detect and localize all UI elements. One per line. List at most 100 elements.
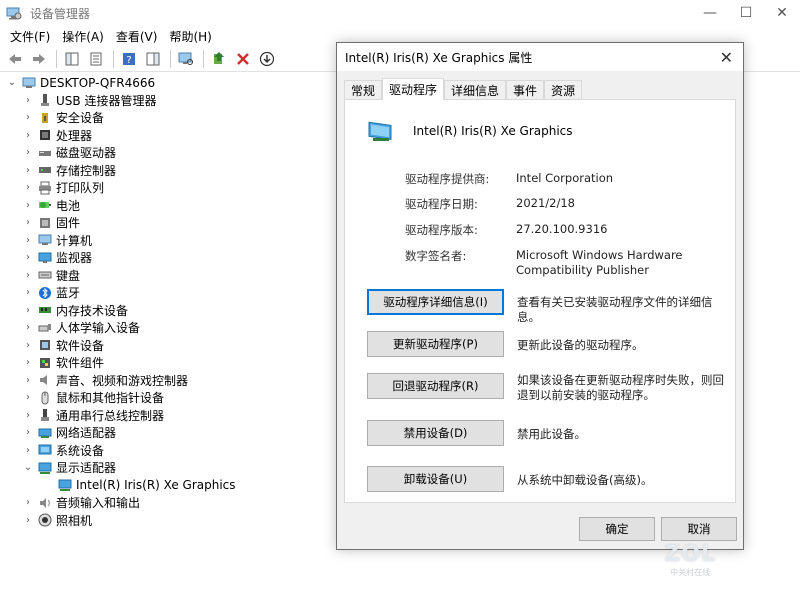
- chevron-right-icon[interactable]: ›: [22, 287, 34, 299]
- tree-item[interactable]: ⌄ 显示适配器: [0, 459, 340, 477]
- tree-item[interactable]: › 计算机: [0, 232, 340, 250]
- chevron-right-icon[interactable]: ›: [22, 129, 34, 141]
- tab-general[interactable]: 常规: [344, 80, 383, 100]
- update-driver-button[interactable]: [208, 48, 230, 70]
- menu-file[interactable]: 文件(F): [4, 28, 56, 45]
- info-label: 驱动程序版本:: [405, 223, 478, 237]
- dialog-title-bar: Intel(R) Iris(R) Xe Graphics 属性 ✕: [337, 43, 743, 71]
- chevron-right-icon[interactable]: ›: [22, 199, 34, 211]
- chevron-right-icon[interactable]: ›: [22, 374, 34, 386]
- tree-item[interactable]: › 鼠标和其他指针设备: [0, 389, 340, 407]
- maximize-button[interactable]: ☐: [728, 0, 764, 26]
- tree-item[interactable]: › 磁盘驱动器: [0, 144, 340, 162]
- tree-item[interactable]: › 监视器: [0, 249, 340, 267]
- tree-root[interactable]: ⌄ DESKTOP-QFR4666: [0, 74, 340, 92]
- chevron-right-icon[interactable]: ›: [22, 339, 34, 351]
- tab-driver[interactable]: 驱动程序: [382, 78, 445, 100]
- tab-resources[interactable]: 资源: [544, 80, 583, 100]
- download-circle-icon: [259, 51, 275, 66]
- tree-item[interactable]: › 系统设备: [0, 442, 340, 460]
- chevron-right-icon[interactable]: ›: [22, 234, 34, 246]
- chevron-right-icon[interactable]: ›: [22, 444, 34, 456]
- disk-icon: [39, 150, 51, 156]
- tree-item[interactable]: › 照相机: [0, 512, 340, 530]
- tree-item[interactable]: › 存储控制器: [0, 162, 340, 180]
- properties-button[interactable]: [85, 48, 107, 70]
- firmware-icon: [40, 217, 50, 228]
- chevron-right-icon[interactable]: ›: [22, 94, 34, 106]
- chevron-right-icon[interactable]: ›: [22, 427, 34, 439]
- chevron-right-icon[interactable]: ›: [22, 112, 34, 124]
- tree-item[interactable]: › 安全设备: [0, 109, 340, 127]
- display-adapter-icon: [58, 479, 72, 492]
- show-hide-tree-button[interactable]: [61, 48, 83, 70]
- tree-item[interactable]: › 通用串行总线控制器: [0, 407, 340, 425]
- rollback-driver-button[interactable]: 回退驱动程序(R): [367, 373, 504, 399]
- chevron-right-icon[interactable]: ›: [22, 217, 34, 229]
- action-pane-button[interactable]: [142, 48, 164, 70]
- printer-icon: [39, 181, 51, 195]
- usb-controller-icon: [41, 409, 49, 422]
- tree-item[interactable]: › 蓝牙: [0, 284, 340, 302]
- uninstall-device-button[interactable]: [232, 48, 254, 70]
- chevron-right-icon[interactable]: ›: [22, 514, 34, 526]
- chevron-right-icon[interactable]: ›: [22, 322, 34, 334]
- back-button[interactable]: [4, 48, 26, 70]
- help-button[interactable]: ?: [118, 48, 140, 70]
- tree-item-label: 电池: [56, 198, 81, 213]
- tree-item[interactable]: › 处理器: [0, 127, 340, 145]
- enable-device-button[interactable]: [256, 48, 278, 70]
- scan-hardware-button[interactable]: [175, 48, 197, 70]
- tree-item[interactable]: › 打印队列: [0, 179, 340, 197]
- chevron-right-icon[interactable]: ›: [22, 164, 34, 176]
- properties-icon: [90, 52, 102, 65]
- tree-item[interactable]: › 音频输入和输出: [0, 494, 340, 512]
- tree-item[interactable]: › 固件: [0, 214, 340, 232]
- tab-events[interactable]: 事件: [506, 80, 545, 100]
- tree-item-label: 声音、视频和游戏控制器: [56, 373, 189, 388]
- menu-action[interactable]: 操作(A): [56, 28, 110, 45]
- chevron-right-icon[interactable]: ›: [22, 252, 34, 264]
- info-label: 驱动程序日期:: [405, 197, 478, 211]
- chevron-right-icon[interactable]: ›: [22, 409, 34, 421]
- tree-item[interactable]: › 电池: [0, 197, 340, 215]
- tree-child-item[interactable]: Intel(R) Iris(R) Xe Graphics: [0, 477, 340, 495]
- tab-details[interactable]: 详细信息: [444, 80, 507, 100]
- chevron-right-icon[interactable]: ›: [22, 357, 34, 369]
- chevron-right-icon[interactable]: ›: [22, 392, 34, 404]
- dialog-close-button[interactable]: ✕: [720, 48, 733, 67]
- tree-item[interactable]: › 键盘: [0, 267, 340, 285]
- tree-item[interactable]: › 内存技术设备: [0, 302, 340, 320]
- uninstall-device-button[interactable]: 卸载设备(U): [367, 466, 504, 492]
- update-driver-button[interactable]: 更新驱动程序(P): [367, 331, 504, 357]
- tree-item[interactable]: › 软件组件: [0, 354, 340, 372]
- keyboard-icon: [38, 271, 52, 279]
- cancel-button[interactable]: 取消: [661, 517, 737, 541]
- chevron-right-icon[interactable]: ›: [22, 269, 34, 281]
- disable-device-button[interactable]: 禁用设备(D): [367, 420, 504, 446]
- chevron-down-icon[interactable]: ⌄: [6, 77, 18, 89]
- chevron-right-icon[interactable]: ›: [22, 182, 34, 194]
- device-header: Intel(R) Iris(R) Xe Graphics: [367, 118, 573, 144]
- close-button[interactable]: ✕: [764, 0, 800, 26]
- mouse-icon: [41, 391, 49, 405]
- tree-item[interactable]: › 人体学输入设备: [0, 319, 340, 337]
- hid-icon: [38, 323, 51, 332]
- monitor-icon: [38, 252, 52, 263]
- driver-details-button[interactable]: 驱动程序详细信息(I): [367, 289, 504, 315]
- forward-button[interactable]: [28, 48, 50, 70]
- tree-item[interactable]: › 网络适配器: [0, 424, 340, 442]
- menu-view[interactable]: 查看(V): [110, 28, 164, 45]
- chevron-right-icon[interactable]: ›: [22, 497, 34, 509]
- minimize-button[interactable]: —: [692, 0, 728, 26]
- chevron-right-icon[interactable]: ›: [22, 304, 34, 316]
- chevron-down-icon[interactable]: ⌄: [22, 462, 34, 474]
- toolbar-separator: [203, 49, 204, 68]
- tree-item[interactable]: › 声音、视频和游戏控制器: [0, 372, 340, 390]
- tree-item[interactable]: › 软件设备: [0, 337, 340, 355]
- tree-item[interactable]: › USB 连接器管理器: [0, 92, 340, 110]
- tree-item-label: 磁盘驱动器: [56, 146, 117, 161]
- ok-button[interactable]: 确定: [579, 517, 655, 541]
- chevron-right-icon[interactable]: ›: [22, 147, 34, 159]
- menu-help[interactable]: 帮助(H): [163, 28, 217, 45]
